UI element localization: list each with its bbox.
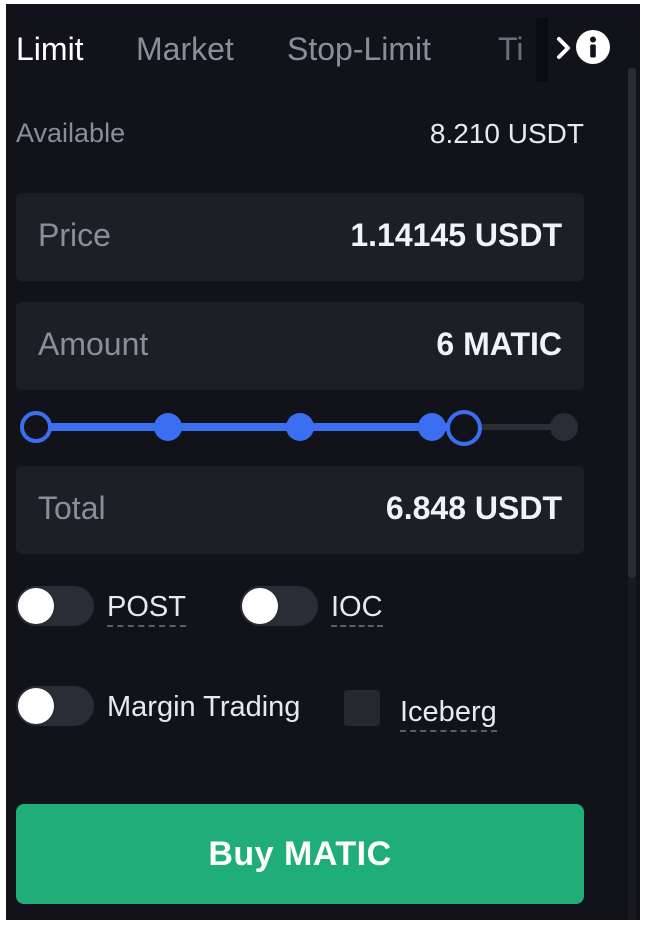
price-field[interactable]: Price 1.14145 USDT [16, 193, 584, 281]
margin-trading-toggle[interactable] [16, 686, 94, 726]
chevron-right-icon[interactable] [553, 28, 575, 68]
slider-thumb[interactable] [445, 410, 482, 446]
amount-label: Amount [38, 326, 149, 362]
tab-time-partial[interactable]: Ti [498, 30, 523, 68]
iceberg-label[interactable]: Iceberg [400, 696, 497, 732]
total-value: 6.848 USDT [385, 490, 562, 526]
slider-stop[interactable] [286, 413, 314, 441]
ioc-toggle[interactable] [240, 586, 318, 626]
ioc-label[interactable]: IOC [331, 591, 383, 627]
iceberg-checkbox[interactable] [344, 690, 380, 726]
post-label[interactable]: POST [107, 591, 186, 627]
tab-stop-limit[interactable]: Stop-Limit [287, 30, 431, 68]
available-label: Available [16, 118, 126, 148]
margin-trading-label[interactable]: Margin Trading [107, 691, 300, 725]
price-label: Price [38, 217, 111, 253]
order-type-tabs: Limit Market Stop-Limit Ti [6, 4, 640, 88]
toggle-knob [18, 588, 54, 624]
order-form-panel: Limit Market Stop-Limit Ti Available 8.2… [6, 4, 640, 920]
tab-overflow-clip: Ti [498, 26, 534, 74]
slider-stop[interactable] [418, 413, 446, 441]
amount-slider[interactable] [16, 408, 586, 448]
amount-field[interactable]: Amount 6 MATIC [16, 302, 584, 390]
slider-stop[interactable] [20, 411, 52, 443]
info-icon[interactable] [576, 30, 610, 64]
tab-market[interactable]: Market [136, 30, 234, 68]
price-value: 1.14145 USDT [350, 217, 562, 253]
scrollbar-thumb[interactable] [628, 68, 636, 578]
buy-button[interactable]: Buy MATIC [16, 804, 584, 904]
toggle-knob [18, 688, 54, 724]
total-label: Total [38, 490, 106, 526]
slider-stop[interactable] [154, 413, 182, 441]
slider-fill [36, 423, 464, 431]
available-balance: 8.210 USDT [429, 118, 584, 149]
tab-scroll-divider [536, 18, 548, 82]
post-toggle[interactable] [16, 586, 94, 626]
toggle-knob [242, 588, 278, 624]
tab-limit[interactable]: Limit [16, 30, 84, 68]
amount-value: 6 MATIC [436, 326, 562, 362]
total-field[interactable]: Total 6.848 USDT [16, 466, 584, 554]
slider-stop[interactable] [550, 413, 578, 441]
